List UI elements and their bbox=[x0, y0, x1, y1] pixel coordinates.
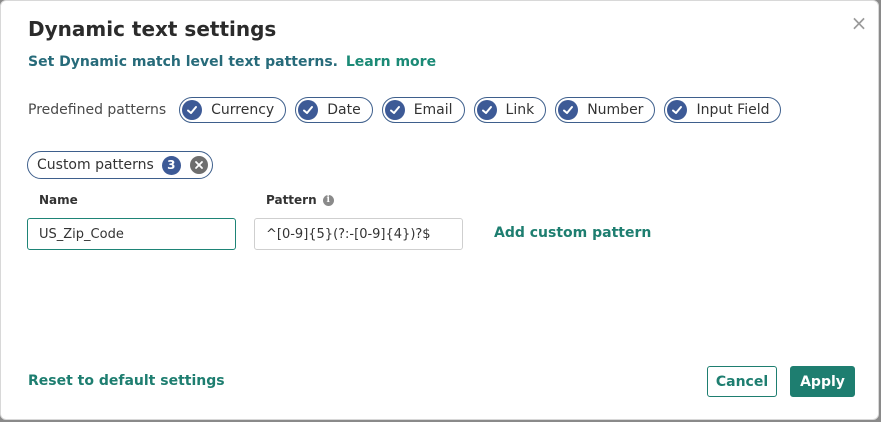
chip-label: Currency bbox=[211, 102, 275, 118]
chip-label: Date bbox=[327, 102, 361, 118]
check-circle-icon bbox=[476, 100, 497, 120]
chip-email[interactable]: Email bbox=[381, 97, 465, 123]
chip-label: Link bbox=[505, 102, 535, 118]
chip-date[interactable]: Date bbox=[295, 97, 373, 123]
custom-patterns-label: Custom patterns bbox=[37, 157, 154, 173]
learn-more-link[interactable]: Learn more bbox=[346, 54, 436, 70]
predefined-patterns-row: Predefined patterns Currency Date Email … bbox=[28, 96, 790, 124]
apply-button[interactable]: Apply bbox=[790, 366, 855, 397]
chip-label: Input Field bbox=[696, 102, 770, 118]
close-icon[interactable]: × bbox=[849, 13, 869, 33]
dynamic-text-settings-dialog: × Dynamic text settings Set Dynamic matc… bbox=[0, 0, 879, 420]
custom-patterns-chip[interactable]: Custom patterns 3 bbox=[27, 151, 213, 179]
pattern-input[interactable] bbox=[254, 218, 463, 250]
chip-link[interactable]: Link bbox=[473, 97, 547, 123]
reset-to-default-link[interactable]: Reset to default settings bbox=[28, 373, 225, 389]
check-circle-icon bbox=[182, 100, 203, 120]
dialog-title: Dynamic text settings bbox=[28, 17, 277, 41]
chip-label: Email bbox=[413, 102, 453, 118]
subtitle-text: Set Dynamic match level text patterns. bbox=[28, 54, 338, 70]
check-circle-icon bbox=[667, 100, 688, 120]
chip-currency[interactable]: Currency bbox=[179, 97, 287, 123]
predefined-patterns-label: Predefined patterns bbox=[28, 102, 167, 118]
custom-count-badge: 3 bbox=[161, 155, 181, 175]
check-circle-icon bbox=[384, 100, 405, 120]
chip-number[interactable]: Number bbox=[555, 97, 656, 123]
chip-input-field[interactable]: Input Field bbox=[664, 97, 782, 123]
name-label-text: Name bbox=[39, 193, 78, 207]
pattern-label: Pattern i bbox=[266, 193, 334, 207]
remove-circle-icon[interactable] bbox=[189, 156, 208, 174]
add-custom-pattern-link[interactable]: Add custom pattern bbox=[494, 225, 651, 241]
info-icon[interactable]: i bbox=[322, 194, 334, 206]
chip-label: Number bbox=[587, 102, 644, 118]
check-circle-icon bbox=[558, 100, 579, 120]
name-input[interactable] bbox=[27, 218, 236, 250]
check-circle-icon bbox=[298, 100, 319, 120]
cancel-button[interactable]: Cancel bbox=[707, 366, 777, 397]
pattern-label-text: Pattern bbox=[266, 193, 317, 207]
name-label: Name bbox=[39, 193, 78, 207]
dialog-subtitle: Set Dynamic match level text patterns. L… bbox=[28, 54, 436, 70]
